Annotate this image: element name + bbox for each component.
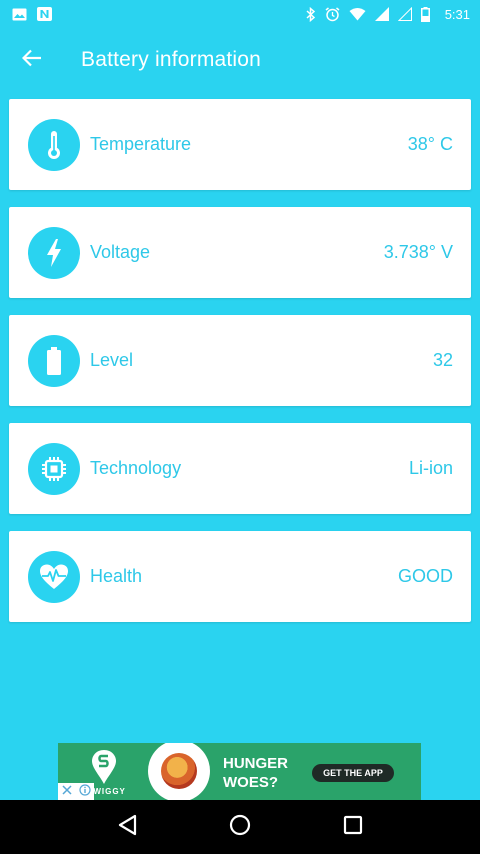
- level-label: Level: [90, 350, 134, 370]
- status-bar: 5:31: [0, 0, 480, 28]
- voltage-card[interactable]: Voltage 3.738° V: [9, 207, 471, 298]
- ad-info-icon[interactable]: [78, 784, 91, 799]
- food-dish: [161, 753, 197, 789]
- navigation-bar: [0, 800, 480, 854]
- voltage-label: Voltage: [90, 242, 151, 262]
- ad-choices[interactable]: [58, 783, 94, 800]
- temperature-card[interactable]: Temperature 38° C: [9, 99, 471, 190]
- status-time: 5:31: [444, 6, 470, 22]
- wifi-icon: [349, 7, 366, 21]
- page-title: Battery information: [81, 48, 262, 71]
- food-plate-image: [148, 743, 210, 800]
- technology-label: Technology: [90, 458, 182, 478]
- battery-status-icon: [420, 6, 430, 22]
- circle-home-icon: [229, 814, 251, 841]
- nav-recents-button[interactable]: [323, 800, 383, 854]
- health-value: GOOD: [397, 566, 453, 586]
- signal-empty-icon: [397, 7, 412, 21]
- triangle-back-icon: [117, 814, 137, 841]
- signal-icon: [374, 7, 389, 21]
- arrow-back-icon: [21, 49, 42, 72]
- ad-banner[interactable]: SWIGGY HUNGER WOES? GET THE APP: [58, 743, 421, 800]
- n-icon: [37, 7, 52, 21]
- image-icon: [12, 8, 27, 21]
- nav-home-button[interactable]: [210, 800, 270, 854]
- swiggy-logo-icon: [90, 749, 118, 785]
- temperature-label: Temperature: [90, 134, 192, 154]
- thermometer-icon: [28, 118, 80, 171]
- back-button[interactable]: [0, 28, 64, 92]
- app-bar: Battery information: [0, 28, 480, 92]
- square-recents-icon: [343, 815, 363, 840]
- nav-back-button[interactable]: [97, 800, 157, 854]
- level-card[interactable]: Level 32: [9, 315, 471, 406]
- voltage-value: 3.738° V: [383, 242, 453, 262]
- ad-headline: HUNGER WOES?: [223, 754, 288, 792]
- alarm-icon: [325, 6, 340, 22]
- status-left: [12, 7, 52, 21]
- ad-headline-line1: HUNGER: [223, 755, 289, 772]
- ad-headline-line2: WOES?: [223, 774, 278, 791]
- bluetooth-icon: [306, 6, 316, 22]
- technology-card[interactable]: Technology Li-ion: [9, 423, 471, 514]
- health-label: Health: [90, 566, 143, 586]
- heart-pulse-icon: [28, 550, 80, 603]
- chip-icon: [28, 442, 80, 495]
- status-right: 5:31: [306, 6, 470, 22]
- temperature-value: 38° C: [407, 134, 453, 154]
- ad-cta-button[interactable]: GET THE APP: [312, 764, 394, 782]
- ad-close-icon[interactable]: [61, 785, 72, 798]
- lightning-icon: [28, 226, 80, 279]
- level-value: 32: [432, 350, 453, 370]
- technology-value: Li-ion: [408, 458, 453, 478]
- battery-icon: [28, 334, 80, 387]
- health-card[interactable]: Health GOOD: [9, 531, 471, 622]
